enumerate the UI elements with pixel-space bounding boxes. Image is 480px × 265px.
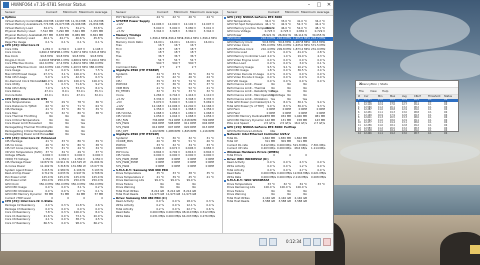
dialog-cell: 98.7 [414, 131, 419, 135]
cloud [400, 50, 480, 80]
dialog-title-bar[interactable]: LatencyMon / Stats ✕ [356, 81, 458, 88]
sensor-value-c: 3,588 GB [262, 199, 275, 204]
sensor-name: Write Rate [116, 213, 131, 218]
sensor-value-av: 0.276 MB/s [200, 213, 216, 218]
dialog-cell: 13.0 [402, 131, 407, 135]
column-header-current[interactable]: Current [46, 10, 57, 15]
dialog-cell: OK [444, 131, 448, 135]
sensor-name: Core C7 Residency [5, 220, 31, 225]
sensor-row[interactable]: Total Host Reads 3,588 GB 3,588 GB 3,588 GB [223, 200, 333, 204]
minimize-button[interactable]: – [304, 1, 314, 9]
sensor-value-mi: 0.0 % [61, 220, 69, 225]
cloud [350, 10, 470, 50]
dialog-cell: 11.1 [378, 131, 383, 135]
dialog-cell: 0.1 [428, 131, 432, 135]
column-header-minimum[interactable]: Minimum [63, 10, 77, 15]
dialog-row[interactable]: 14 12.446 11.1 19.2 13.0 98.7 0.1 OK [356, 131, 458, 136]
cloud [340, 140, 480, 165]
dialog-cell: 19.2 [390, 131, 395, 135]
maximize-button[interactable]: □ [314, 1, 324, 9]
clock-icon[interactable] [303, 238, 311, 246]
stats-dialog: LatencyMon / Stats ✕ File View Help # Cur… [355, 80, 459, 136]
title-bar[interactable]: HWiNFO64 v7.16-4781 Sensor Status – □ ✕ [1, 1, 333, 10]
settings-icon[interactable] [313, 238, 321, 246]
sensor-pane-3[interactable]: Sensor Current Minimum Maximum Average GPU [#… [223, 10, 333, 233]
sensor-value-mi: 0.000 MB/s [166, 213, 182, 218]
close-button[interactable]: ✕ [324, 1, 334, 9]
dialog-cell: 12.446 [364, 131, 372, 135]
sensor-value-av: 66.2 % [93, 220, 103, 225]
column-header-maximum[interactable]: Maximum [79, 10, 94, 15]
column-header-average[interactable]: Average [95, 10, 107, 15]
dialog-grid[interactable]: 1 12.345 11.0 18.2 12.9 99.1 0.1 OK 2 12.402 11.1 1… [356, 98, 458, 136]
sensor-value-c: 66.5 % [43, 220, 53, 225]
sensor-pane-1[interactable]: Sensor Current Minimum Maximum Average Uptime… [1, 10, 112, 233]
elapsed-time: 0:12:34 [286, 239, 302, 244]
dialog-cell: 14 [358, 131, 361, 135]
column-header-maximum[interactable]: Maximum [301, 10, 316, 15]
sensor-value-ma: 64.203 MB/s [182, 213, 199, 218]
menu-file[interactable]: File [359, 88, 364, 94]
sensor-value-mi: 3,588 GB [278, 199, 291, 204]
window-title: HWiNFO64 v7.16-4781 Sensor Status [11, 2, 86, 7]
sensor-columns: Sensor Current Minimum Maximum Average Uptime… [1, 10, 333, 233]
sensor-name: Total Host Reads [227, 199, 250, 204]
sensor-value-ma: 3,588 GB [294, 199, 307, 204]
menu-view[interactable]: View [370, 88, 377, 94]
menu-help[interactable]: Help [382, 88, 388, 94]
dialog-close-button[interactable]: ✕ [359, 81, 456, 87]
sensor-value-ma: 98.4 % [75, 220, 85, 225]
dialog-toolbar: File View Help [356, 88, 458, 95]
sensor-pane-2[interactable]: Sensor Current Minimum Maximum Average PCH Te… [112, 10, 223, 233]
column-header-minimum[interactable]: Minimum [285, 10, 299, 15]
sensor-value-c: 0.031 MB/s [150, 213, 166, 218]
status-bar: 0:12:34 [1, 233, 333, 251]
desktop-folder-icon[interactable] [470, 245, 480, 254]
close-icon[interactable] [323, 238, 331, 246]
layout-icon[interactable] [269, 238, 277, 246]
sensor-row[interactable]: Write Rate 0.031 MB/s 0.000 MB/s 64.203 MB/… [112, 213, 222, 219]
app-icon [3, 2, 9, 8]
arrows-icon[interactable] [259, 238, 267, 246]
sensor-status-window: HWiNFO64 v7.16-4781 Sensor Status – □ ✕ … [0, 0, 334, 251]
column-header-average[interactable]: Average [317, 10, 329, 15]
sensor-row[interactable]: Core C7 Residency 66.5 % 0.0 % 98.4 % 66.2 % [1, 220, 111, 226]
